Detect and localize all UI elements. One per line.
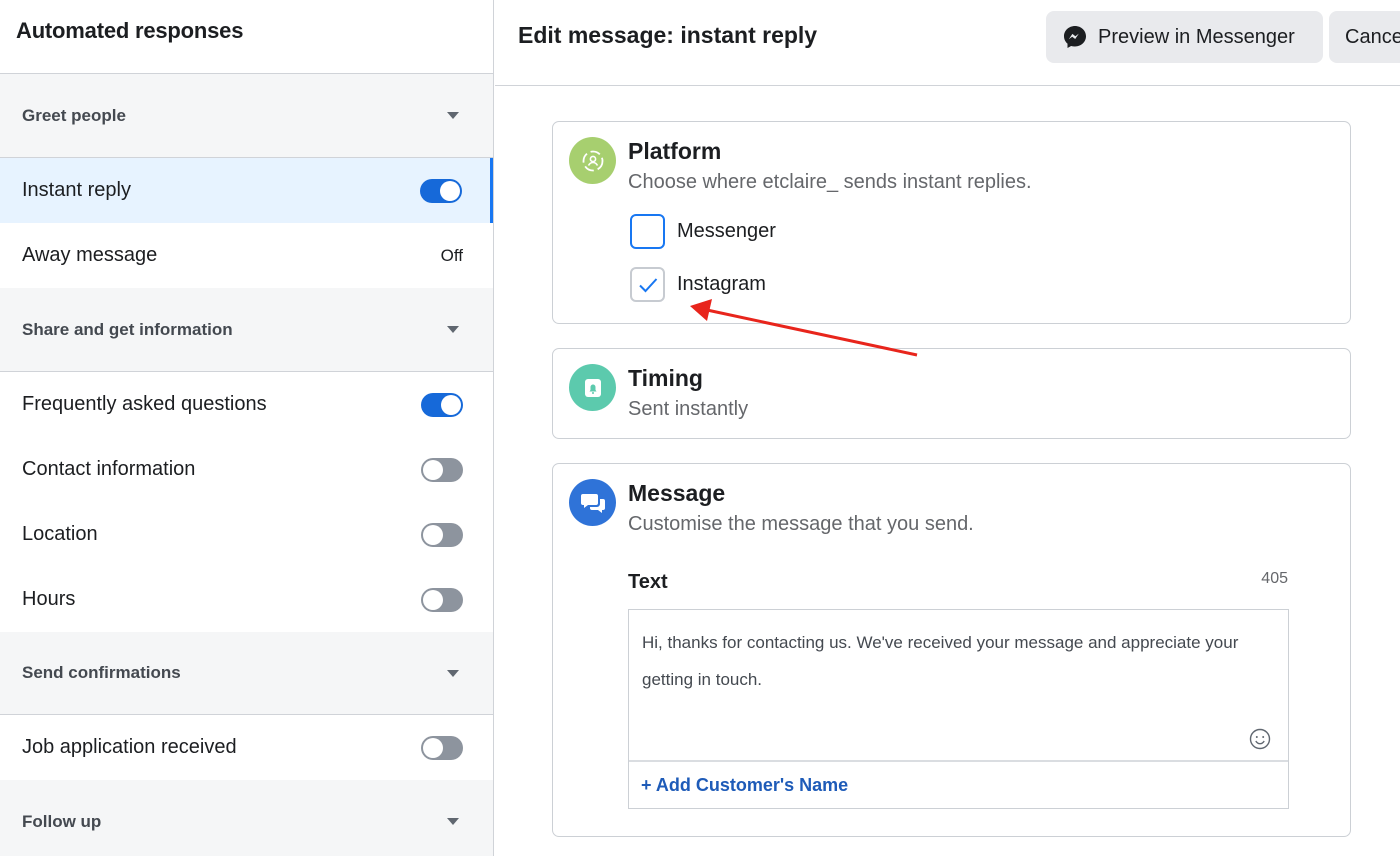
checkmark-icon (638, 277, 657, 292)
timing-subtitle: Sent instantly (628, 398, 749, 420)
platform-card: Platform Choose where etclaire_ sends in… (552, 121, 1351, 324)
sidebar-item-away-message[interactable]: Away message Off (0, 223, 493, 288)
instagram-checkbox[interactable] (630, 267, 665, 302)
sidebar-item-label: Location (22, 523, 98, 545)
contact-information-toggle[interactable] (421, 457, 463, 482)
timing-icon (569, 364, 616, 411)
message-textarea[interactable]: Hi, thanks for contacting us. We've rece… (629, 610, 1288, 760)
sidebar-item-instant-reply[interactable]: Instant reply (0, 158, 493, 223)
page-title: Edit message: instant reply (518, 22, 818, 48)
preview-button-label: Preview in Messenger (1098, 25, 1295, 48)
platform-title: Platform (628, 138, 722, 164)
cancel-button[interactable]: Cancel (1329, 11, 1400, 63)
caret-down-icon (447, 326, 459, 333)
preview-in-messenger-button[interactable]: Preview in Messenger (1046, 11, 1323, 63)
sidebar-item-label: Frequently asked questions (22, 393, 267, 415)
hours-toggle[interactable] (421, 587, 463, 612)
text-field-label: Text (628, 571, 668, 593)
location-toggle[interactable] (421, 522, 463, 547)
sidebar-item-label: Instant reply (22, 179, 131, 201)
caret-down-icon (447, 818, 459, 825)
toggle-knob (423, 459, 443, 480)
section-label: Share and get information (22, 319, 233, 339)
sidebar-item-faq[interactable]: Frequently asked questions (0, 372, 493, 437)
sidebar-item-label: Away message (22, 244, 158, 266)
sidebar-item-label: Hours (22, 588, 76, 610)
main-panel: Edit message: instant reply Preview in M… (495, 0, 1400, 856)
person-cycle-icon (582, 150, 603, 171)
chat-bubbles-icon (580, 493, 605, 513)
cancel-button-label: Cancel (1345, 25, 1400, 48)
platform-option-instagram[interactable]: Instagram (630, 267, 766, 302)
platform-icon (569, 137, 616, 184)
sidebar-item-hours[interactable]: Hours (0, 567, 493, 632)
checkbox-label: Messenger (677, 220, 776, 242)
messenger-checkbox[interactable] (630, 214, 665, 249)
timing-card: Timing Sent instantly (552, 348, 1351, 439)
message-title: Message (628, 480, 726, 506)
message-subtitle: Customise the message that you send. (628, 513, 974, 535)
top-bar: Edit message: instant reply Preview in M… (495, 0, 1400, 86)
section-send-confirmations[interactable]: Send confirmations (0, 632, 493, 715)
character-count: 405 (1261, 570, 1288, 587)
caret-down-icon (447, 669, 459, 677)
sidebar-item-label: Contact information (22, 458, 196, 480)
sidebar-title: Automated responses (16, 18, 244, 43)
timing-title: Timing (628, 365, 703, 391)
message-icon (569, 479, 616, 526)
faq-toggle[interactable] (421, 392, 463, 417)
platform-subtitle: Choose where etclaire_ sends instant rep… (628, 171, 1032, 193)
toggle-knob (423, 524, 443, 545)
sidebar-item-job-application[interactable]: Job application received (0, 715, 493, 780)
job-application-toggle[interactable] (421, 735, 463, 760)
section-follow-up[interactable]: Follow up (0, 780, 493, 856)
away-message-status: Off (440, 245, 463, 265)
emoji-icon[interactable] (1249, 728, 1271, 750)
message-card: Message Customise the message that you s… (552, 463, 1351, 837)
sidebar: Automated responses Greet people Instant… (0, 0, 494, 856)
sidebar-header: Automated responses (0, 0, 493, 74)
caret-down-icon (447, 112, 459, 119)
bell-calendar-icon (584, 378, 601, 397)
sidebar-item-contact-information[interactable]: Contact information (0, 437, 493, 502)
instant-reply-toggle[interactable] (420, 178, 462, 203)
section-label: Send confirmations (22, 663, 181, 682)
message-text-box: Hi, thanks for contacting us. We've rece… (628, 609, 1289, 809)
add-customer-name-button[interactable]: + Add Customer's Name (629, 760, 1288, 808)
sidebar-item-label: Job application received (22, 736, 237, 758)
messenger-icon (1064, 26, 1086, 48)
toggle-knob (440, 180, 460, 201)
section-label: Greet people (22, 105, 126, 125)
platform-option-messenger[interactable]: Messenger (630, 214, 776, 249)
section-share-and-get-information[interactable]: Share and get information (0, 288, 493, 372)
sidebar-item-location[interactable]: Location (0, 502, 493, 567)
checkbox-label: Instagram (677, 273, 766, 295)
toggle-knob (423, 589, 443, 610)
section-label: Follow up (22, 811, 102, 831)
toggle-knob (441, 394, 461, 415)
section-greet-people[interactable]: Greet people (0, 74, 493, 158)
toggle-knob (423, 737, 443, 758)
